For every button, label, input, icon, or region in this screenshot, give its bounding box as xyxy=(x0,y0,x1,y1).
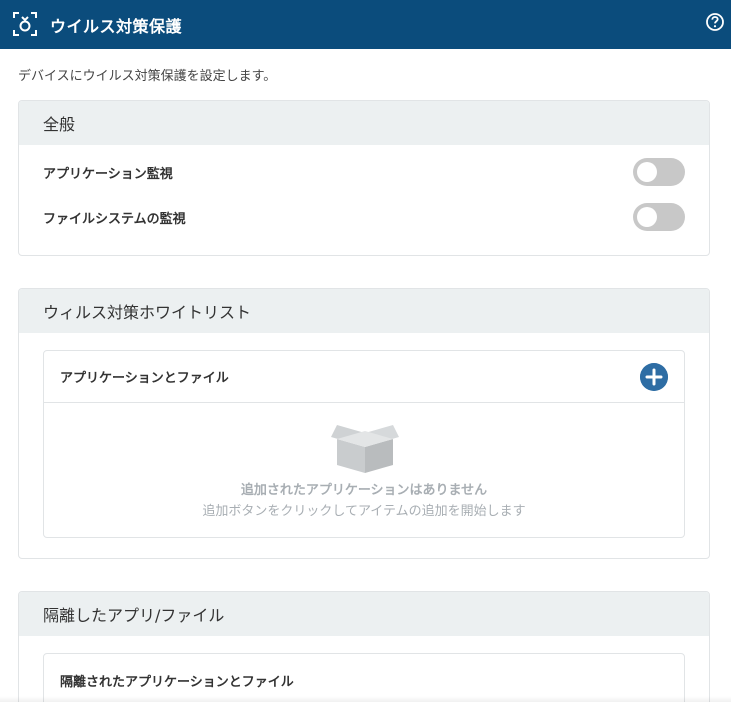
application-monitoring-toggle[interactable] xyxy=(633,158,685,186)
quarantine-panel: 隔離されたアプリケーションとファイル xyxy=(43,653,685,702)
quarantine-panel-header: 隔離されたアプリケーションとファイル xyxy=(44,654,684,702)
filesystem-monitoring-label: ファイルシステムの監視 xyxy=(43,211,186,227)
page-description: デバイスにウイルス対策保護を設定します。 xyxy=(18,69,277,84)
general-card-title: 全般 xyxy=(19,101,709,145)
quarantine-panel-title: 隔離されたアプリケーションとファイル xyxy=(60,674,294,690)
title-bar: ウイルス対策保護 xyxy=(0,0,731,49)
antivirus-scan-icon xyxy=(13,12,37,36)
whitelist-panel: アプリケーションとファイル 追加されたアプリケーションはありません 追加ボタンを… xyxy=(43,350,685,538)
help-circle-icon[interactable] xyxy=(705,12,725,32)
empty-state-subtitle: 追加ボタンをクリックしてアイテムの追加を開始します xyxy=(202,504,526,519)
whitelist-card: ウィルス対策ホワイトリスト アプリケーションとファイル 追加されたアプリケーショ… xyxy=(18,288,710,559)
plus-circle-icon[interactable] xyxy=(640,363,668,391)
open-box-icon xyxy=(331,425,399,473)
application-monitoring-row: アプリケーション監視 xyxy=(43,157,685,187)
whitelist-panel-header: アプリケーションとファイル xyxy=(44,351,684,403)
whitelist-panel-title: アプリケーションとファイル xyxy=(60,371,229,386)
whitelist-empty-state: 追加されたアプリケーションはありません 追加ボタンをクリックしてアイテムの追加を… xyxy=(44,403,684,537)
quarantine-card-title: 隔離したアプリ/ファイル xyxy=(19,592,709,636)
scroll-shadow xyxy=(0,696,731,702)
application-monitoring-label: アプリケーション監視 xyxy=(43,166,173,182)
empty-state-title: 追加されたアプリケーションはありません xyxy=(240,483,488,498)
filesystem-monitoring-row: ファイルシステムの監視 xyxy=(43,202,685,232)
toggle-knob xyxy=(637,162,657,182)
general-card: 全般 アプリケーション監視 ファイルシステムの監視 xyxy=(18,100,710,256)
toggle-knob xyxy=(637,207,657,227)
whitelist-card-title: ウィルス対策ホワイトリスト xyxy=(19,289,709,333)
quarantine-card: 隔離したアプリ/ファイル 隔離されたアプリケーションとファイル xyxy=(18,591,710,702)
filesystem-monitoring-toggle[interactable] xyxy=(633,203,685,231)
page-title: ウイルス対策保護 xyxy=(50,17,183,36)
